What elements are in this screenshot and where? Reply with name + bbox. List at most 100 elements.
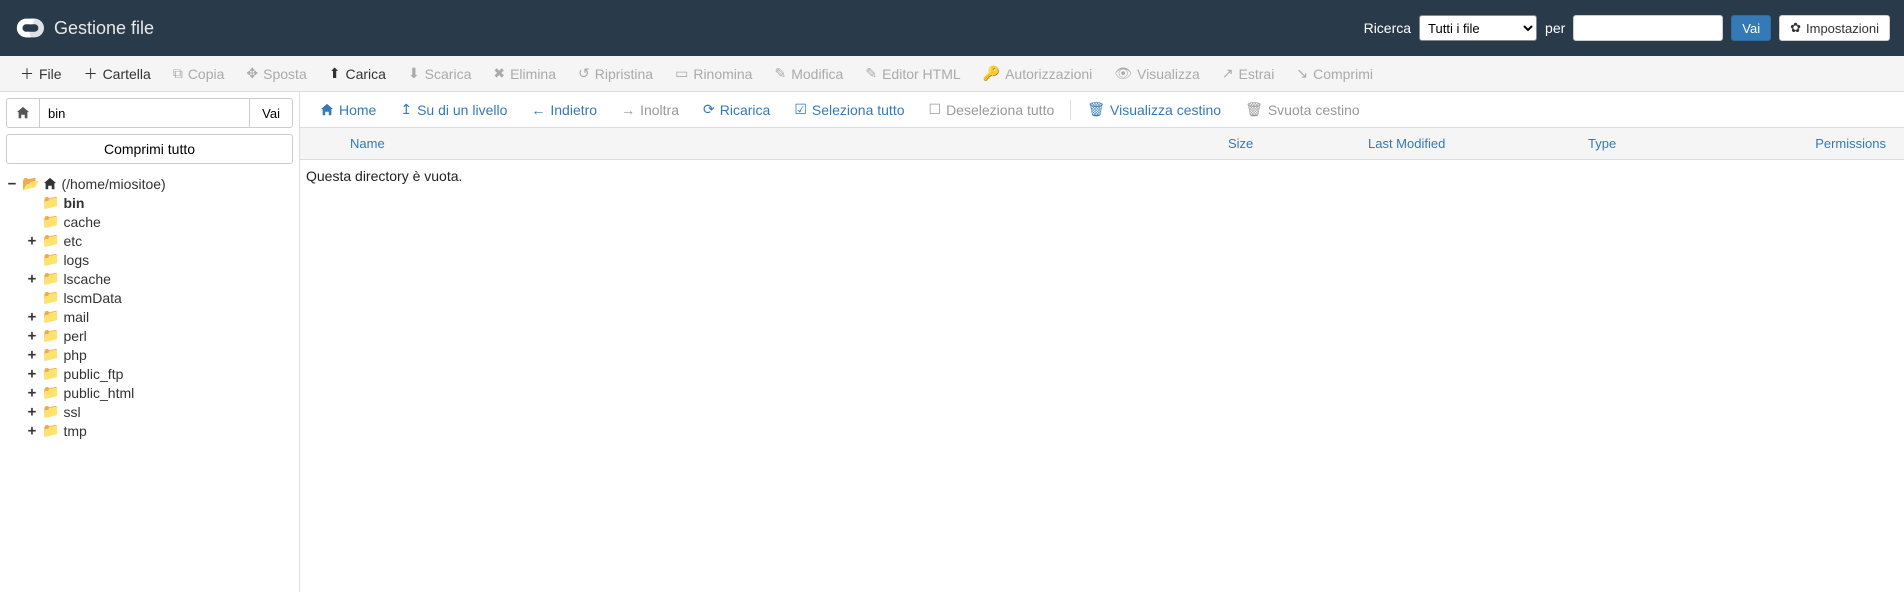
collapse-all-button[interactable]: Comprimi tutto	[6, 134, 293, 164]
tree-node-label: php	[63, 347, 86, 363]
search-input[interactable]	[1573, 15, 1723, 41]
home-icon	[43, 176, 57, 192]
app-header: Gestione file Ricerca Tutti i file per V…	[0, 0, 1904, 56]
tree-node-label: bin	[63, 195, 84, 211]
tree-node-label: perl	[63, 328, 86, 344]
tree-node[interactable]: +📁public_ftp	[26, 364, 293, 383]
search-area: Ricerca Tutti i file per Vai ✿ Impostazi…	[1364, 15, 1890, 41]
search-go-button[interactable]: Vai	[1731, 15, 1771, 41]
nav-select-all-button[interactable]: ☑Seleziona tutto	[784, 97, 914, 122]
folder-icon: 📁	[42, 422, 59, 439]
up-icon: ↥	[400, 101, 412, 118]
toggle-icon[interactable]: −	[6, 176, 18, 192]
tree-node[interactable]: +📁tmp	[26, 421, 293, 440]
folder-button[interactable]: ＋Cartella	[74, 60, 161, 88]
folder-icon: 📁	[42, 194, 59, 211]
search-scope-select[interactable]: Tutti i file	[1419, 15, 1537, 41]
pencil-icon: ✎	[774, 65, 786, 82]
trash-icon: 🗑	[1245, 101, 1263, 118]
tree-node[interactable]: +📁mail	[26, 307, 293, 326]
restore-button[interactable]: ↺Ripristina	[568, 61, 663, 86]
delete-icon: ✖	[493, 65, 505, 82]
toggle-icon[interactable]: +	[26, 347, 38, 363]
nav-back-button[interactable]: ←Indietro	[521, 98, 607, 122]
tree-node[interactable]: 📁lscmData	[26, 288, 293, 307]
tree-node-label: logs	[63, 252, 89, 268]
tree-node[interactable]: +📁lscache	[26, 269, 293, 288]
content-panel: Home ↥Su di un livello ←Indietro →Inoltr…	[300, 92, 1904, 592]
compress-icon: ↘	[1296, 65, 1308, 82]
html-editor-button[interactable]: ✎Editor HTML	[855, 61, 970, 86]
tree-node[interactable]: 📁bin	[26, 193, 293, 212]
file-button[interactable]: ＋File	[10, 60, 72, 88]
main-layout: Vai Comprimi tutto − 📂 (/home/miositoe) …	[0, 92, 1904, 592]
uncheck-icon: ☐	[929, 101, 942, 118]
toggle-icon[interactable]: +	[26, 404, 38, 420]
toggle-icon[interactable]: +	[26, 233, 38, 249]
tree-node[interactable]: 📁cache	[26, 212, 293, 231]
th-permissions[interactable]: Permissions	[1774, 136, 1904, 151]
tree-node-label: ssl	[63, 404, 80, 420]
path-go-button[interactable]: Vai	[249, 98, 293, 128]
download-button[interactable]: ⬇Scarica	[398, 61, 481, 86]
empty-directory-message: Questa directory è vuota.	[300, 160, 1904, 192]
cpanel-logo-icon	[14, 13, 44, 43]
search-for-label: per	[1545, 20, 1565, 36]
nav-reload-button[interactable]: ⟳Ricarica	[693, 97, 780, 122]
nav-empty-trash-button[interactable]: 🗑Svuota cestino	[1235, 97, 1370, 122]
th-modified[interactable]: Last Modified	[1354, 136, 1574, 151]
upload-button[interactable]: ⬆Carica	[319, 61, 396, 86]
home-path-button[interactable]	[6, 98, 40, 128]
permissions-button[interactable]: 🔑Autorizzazioni	[973, 61, 1103, 86]
settings-button[interactable]: ✿ Impostazioni	[1779, 15, 1890, 41]
folder-icon: 📁	[42, 270, 59, 287]
toggle-icon[interactable]: +	[26, 366, 38, 382]
tree-node[interactable]: +📁perl	[26, 326, 293, 345]
nav-view-trash-button[interactable]: 🗑Visualizza cestino	[1077, 97, 1231, 122]
tree-node[interactable]: +📁public_html	[26, 383, 293, 402]
sidebar: Vai Comprimi tutto − 📂 (/home/miositoe) …	[0, 92, 300, 592]
tree-node-label: lscmData	[63, 290, 121, 306]
nav-forward-button[interactable]: →Inoltra	[611, 98, 689, 122]
path-row: Vai	[6, 98, 293, 128]
folder-icon: 📁	[42, 232, 59, 249]
compress-button[interactable]: ↘Comprimi	[1286, 61, 1383, 86]
rename-icon: ▭	[675, 65, 688, 82]
folder-icon: 📁	[42, 365, 59, 382]
toggle-icon[interactable]: +	[26, 328, 38, 344]
delete-button[interactable]: ✖Elimina	[483, 61, 566, 86]
toggle-icon[interactable]: +	[26, 309, 38, 325]
th-size[interactable]: Size	[1214, 136, 1354, 151]
toggle-icon[interactable]: +	[26, 271, 38, 287]
tree-root[interactable]: − 📂 (/home/miositoe)	[6, 174, 293, 193]
move-button[interactable]: ✥Sposta	[236, 61, 316, 86]
tree-node[interactable]: +📁php	[26, 345, 293, 364]
folder-icon: 📁	[42, 308, 59, 325]
eye-icon: 👁	[1114, 65, 1132, 82]
path-input[interactable]	[40, 98, 249, 128]
edit-button[interactable]: ✎Modifica	[764, 61, 853, 86]
extract-button[interactable]: ↗Estrai	[1212, 61, 1285, 86]
tree-node-label: lscache	[63, 271, 110, 287]
toggle-icon[interactable]: +	[26, 385, 38, 401]
th-name[interactable]: Name	[336, 136, 1214, 151]
folder-icon: 📁	[42, 403, 59, 420]
th-type[interactable]: Type	[1574, 136, 1774, 151]
view-button[interactable]: 👁Visualizza	[1104, 61, 1210, 86]
folder-icon: 📁	[42, 289, 59, 306]
gear-icon: ✿	[1790, 20, 1801, 36]
app-title: Gestione file	[54, 18, 154, 39]
plus-icon: ＋	[20, 64, 34, 84]
toggle-icon[interactable]: +	[26, 423, 38, 439]
copy-button[interactable]: ⧉Copia	[163, 61, 235, 86]
tree-node[interactable]: +📁ssl	[26, 402, 293, 421]
rename-button[interactable]: ▭Rinomina	[665, 61, 762, 86]
nav-up-button[interactable]: ↥Su di un livello	[390, 97, 517, 122]
copy-icon: ⧉	[173, 65, 183, 82]
nav-deselect-all-button[interactable]: ☐Deseleziona tutto	[919, 97, 1065, 122]
home-icon	[16, 106, 30, 120]
tree-node[interactable]: 📁logs	[26, 250, 293, 269]
back-icon: ←	[531, 102, 545, 118]
tree-node[interactable]: +📁etc	[26, 231, 293, 250]
nav-home-button[interactable]: Home	[310, 98, 386, 122]
